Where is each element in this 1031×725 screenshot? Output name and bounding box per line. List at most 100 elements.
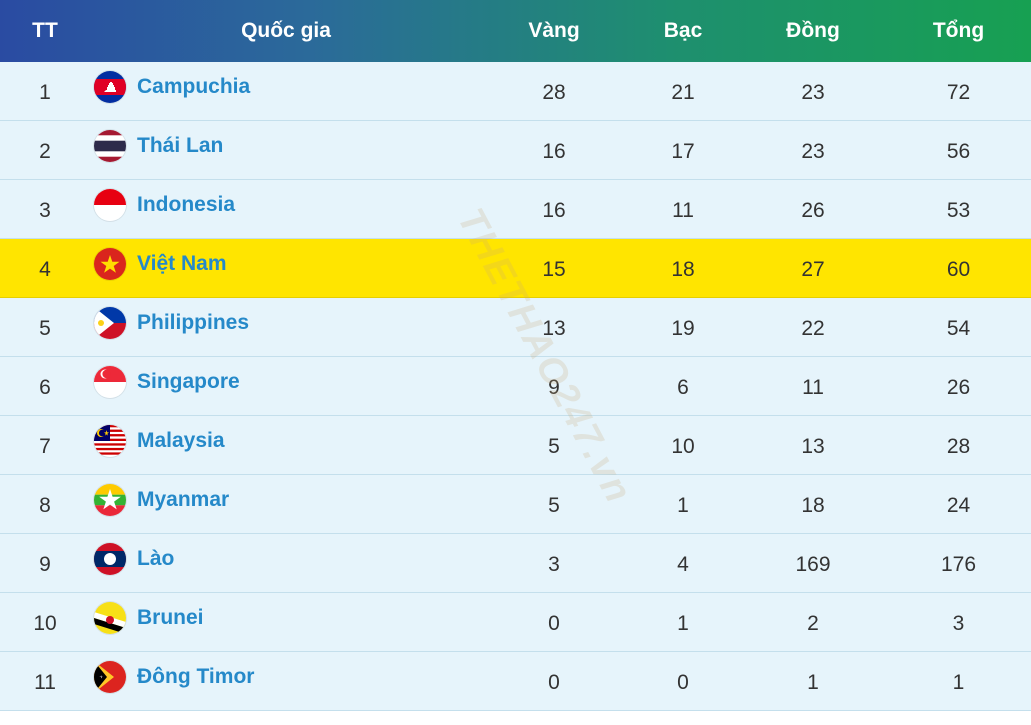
country-cell: Indonesia <box>90 180 482 238</box>
bronze-cell: 13 <box>801 435 825 458</box>
silver-cell: 11 <box>672 199 694 222</box>
country-name[interactable]: Đông Timor <box>137 665 254 689</box>
country-cell: Singapore <box>90 357 482 415</box>
country-name[interactable]: Myanmar <box>137 488 229 512</box>
total-cell: 26 <box>946 376 971 399</box>
country-name[interactable]: Brunei <box>137 606 204 630</box>
country-cell: Malaysia <box>90 416 482 474</box>
total-cell: 24 <box>946 494 971 517</box>
total-cell: 56 <box>946 140 971 163</box>
gold-cell: 28 <box>542 81 566 104</box>
indonesia-flag-icon <box>94 189 126 221</box>
cambodia-flag-icon <box>94 71 126 103</box>
rank-cell: 6 <box>39 376 51 399</box>
bronze-cell: 18 <box>801 494 825 517</box>
country-cell: Campuchia <box>90 62 482 120</box>
philippines-flag-icon <box>94 307 126 339</box>
country-cell: Myanmar <box>90 475 482 533</box>
total-cell: 60 <box>946 258 971 281</box>
total-cell: 3 <box>952 612 965 635</box>
country-cell: Philippines <box>90 298 482 356</box>
header-total[interactable]: Tổng <box>886 0 1031 62</box>
gold-cell: 15 <box>542 258 566 281</box>
rank-cell: 1 <box>39 81 51 104</box>
silver-cell: 21 <box>671 81 695 104</box>
country-name[interactable]: Philippines <box>137 311 249 335</box>
bronze-cell: 22 <box>801 317 825 340</box>
table-header: TT Quốc gia Vàng Bạc Đồng Tổng <box>0 0 1031 62</box>
silver-cell: 1 <box>677 494 689 517</box>
gold-cell: 3 <box>548 553 560 576</box>
bronze-cell: 11 <box>802 376 824 399</box>
malaysia-flag-icon <box>94 425 126 457</box>
table-row[interactable]: 8 Myanmar 5 1 18 24 <box>0 475 1031 534</box>
bronze-cell: 23 <box>801 140 825 163</box>
rank-cell: 7 <box>39 435 51 458</box>
table-body: 1 Campuchia 28 21 23 72 2 Thái Lan 16 17 <box>0 62 1031 711</box>
table-row[interactable]: 1 Campuchia 28 21 23 72 <box>0 62 1031 121</box>
rank-cell: 3 <box>39 199 51 222</box>
table-row[interactable]: 2 Thái Lan 16 17 23 56 <box>0 121 1031 180</box>
singapore-flag-icon <box>94 366 126 398</box>
timor-leste-flag-icon <box>94 661 126 693</box>
rank-cell: 2 <box>39 140 51 163</box>
gold-cell: 9 <box>548 376 560 399</box>
gold-cell: 0 <box>548 612 560 635</box>
header-country[interactable]: Quốc gia <box>90 0 482 62</box>
silver-cell: 1 <box>677 612 689 635</box>
country-name[interactable]: Lào <box>137 547 174 571</box>
bronze-cell: 23 <box>801 81 825 104</box>
header-bronze[interactable]: Đồng <box>740 0 886 62</box>
table-row[interactable]: 5 Philippines 13 19 22 54 <box>0 298 1031 357</box>
header-gold[interactable]: Vàng <box>482 0 626 62</box>
gold-cell: 16 <box>542 140 566 163</box>
total-cell: 53 <box>946 199 971 222</box>
header-silver[interactable]: Bạc <box>626 0 740 62</box>
country-cell: Đông Timor <box>90 652 482 710</box>
rank-cell: 4 <box>39 258 51 281</box>
laos-flag-icon <box>94 543 126 575</box>
country-name[interactable]: Việt Nam <box>137 252 227 276</box>
country-cell: Thái Lan <box>90 121 482 179</box>
table-row[interactable]: 9 Lào 3 4 169 176 <box>0 534 1031 593</box>
table-row[interactable]: 10 Brunei 0 1 2 3 <box>0 593 1031 652</box>
myanmar-flag-icon <box>94 484 126 516</box>
bronze-cell: 169 <box>795 553 831 576</box>
country-name[interactable]: Campuchia <box>137 75 250 99</box>
table-row[interactable]: 11 Đông Timor 0 0 1 1 <box>0 652 1031 711</box>
rank-cell: 10 <box>33 612 57 635</box>
rank-cell: 11 <box>34 671 56 694</box>
bronze-cell: 2 <box>807 612 819 635</box>
vietnam-flag-icon <box>94 248 126 280</box>
total-cell: 28 <box>946 435 971 458</box>
total-cell: 72 <box>946 81 971 104</box>
silver-cell: 18 <box>671 258 695 281</box>
table-row[interactable]: 7 Malaysia 5 10 13 28 <box>0 416 1031 475</box>
country-cell: Lào <box>90 534 482 592</box>
rank-cell: 5 <box>39 317 51 340</box>
thailand-flag-icon <box>94 130 126 162</box>
silver-cell: 17 <box>671 140 695 163</box>
header-rank[interactable]: TT <box>0 0 90 62</box>
country-name[interactable]: Indonesia <box>137 193 235 217</box>
gold-cell: 5 <box>548 494 560 517</box>
country-name[interactable]: Singapore <box>137 370 240 394</box>
table-row[interactable]: 3 Indonesia 16 11 26 53 <box>0 180 1031 239</box>
silver-cell: 6 <box>677 376 689 399</box>
table-row-highlighted[interactable]: 4 Việt Nam 15 18 27 60 <box>0 239 1031 298</box>
total-cell: 54 <box>946 317 971 340</box>
table-row[interactable]: 6 Singapore 9 6 11 26 <box>0 357 1031 416</box>
country-name[interactable]: Thái Lan <box>137 134 223 158</box>
rank-cell: 8 <box>39 494 51 517</box>
country-name[interactable]: Malaysia <box>137 429 225 453</box>
silver-cell: 4 <box>677 553 689 576</box>
silver-cell: 0 <box>677 671 689 694</box>
medal-table: TT Quốc gia Vàng Bạc Đồng Tổng 1 Campuch… <box>0 0 1031 725</box>
gold-cell: 5 <box>548 435 560 458</box>
gold-cell: 13 <box>542 317 566 340</box>
bronze-cell: 26 <box>801 199 825 222</box>
bronze-cell: 27 <box>801 258 825 281</box>
brunei-flag-icon <box>94 602 126 634</box>
country-cell: Việt Nam <box>90 239 482 297</box>
silver-cell: 10 <box>671 435 695 458</box>
